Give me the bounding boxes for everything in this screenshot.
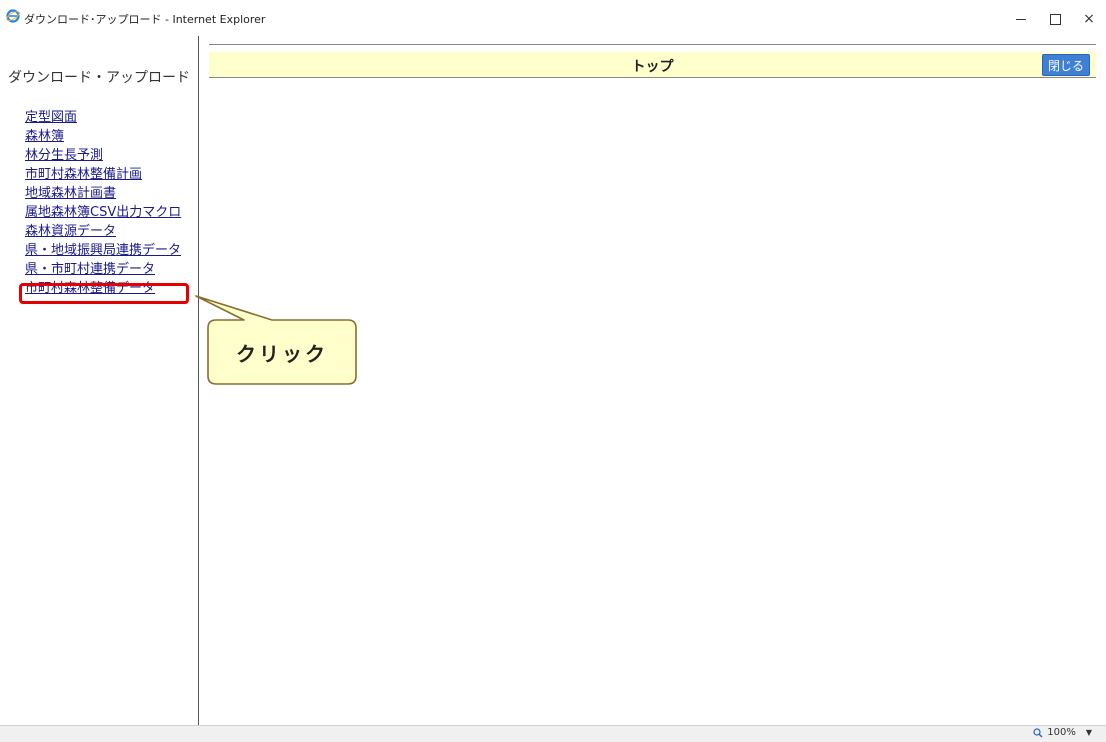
sidebar-link[interactable]: 定型図面 — [25, 110, 77, 125]
page-header: トップ 閉じる — [209, 52, 1096, 78]
zoom-level: 100% — [1047, 727, 1076, 738]
sidebar-heading: ダウンロード・アップロード — [8, 70, 190, 86]
zoom-control[interactable]: 100% ▼ — [1033, 727, 1092, 738]
browser-window: ダウンロード･アップロード - Internet Explorer × ダウンロ… — [0, 0, 1106, 742]
minimize-button[interactable] — [1006, 8, 1036, 30]
sidebar-link[interactable]: 森林資源データ — [25, 224, 116, 239]
status-bar: 100% ▼ — [0, 725, 1106, 742]
sidebar-item-shinkokyoku-data: 県・地域振興局連携データ — [25, 241, 181, 260]
sidebar-item-shichoson-keikaku: 市町村森林整備計画 — [25, 165, 181, 184]
sidebar-link[interactable]: 県・地域振興局連携データ — [25, 243, 181, 258]
divider — [209, 44, 1096, 45]
highlight-box — [19, 283, 189, 304]
maximize-button[interactable] — [1040, 8, 1070, 30]
sidebar-item-chiiki-keikakusho: 地域森林計画書 — [25, 184, 181, 203]
minimize-icon — [1016, 18, 1026, 20]
sidebar-item-rinbun-seicho: 林分生長予測 — [25, 146, 181, 165]
close-icon: × — [1083, 11, 1095, 27]
window-title: ダウンロード･アップロード - Internet Explorer — [24, 13, 266, 26]
sidebar-menu: 定型図面 森林簿 林分生長予測 市町村森林整備計画 地域森林計画書 属地森林簿C… — [25, 108, 181, 298]
close-button[interactable]: 閉じる — [1042, 54, 1090, 76]
sidebar-link[interactable]: 属地森林簿CSV出力マクロ — [25, 205, 181, 220]
sidebar: ダウンロード・アップロード 定型図面 森林簿 林分生長予測 市町村森林整備計画 … — [0, 36, 199, 725]
sidebar-item-shinrinbo: 森林簿 — [25, 127, 181, 146]
close-window-button[interactable]: × — [1074, 8, 1104, 30]
sidebar-link[interactable]: 市町村森林整備計画 — [25, 167, 142, 182]
zoom-icon — [1033, 727, 1043, 737]
sidebar-item-csv-macro: 属地森林簿CSV出力マクロ — [25, 203, 181, 222]
sidebar-item-shichoson-renkei-data: 県・市町村連携データ — [25, 260, 181, 279]
main-content: トップ 閉じる — [199, 36, 1106, 725]
maximize-icon — [1049, 13, 1061, 25]
chevron-down-icon: ▼ — [1085, 728, 1092, 737]
internet-explorer-icon — [6, 9, 20, 23]
sidebar-item-shigen-data: 森林資源データ — [25, 222, 181, 241]
page-title: トップ — [631, 59, 674, 75]
sidebar-link[interactable]: 森林簿 — [25, 129, 64, 144]
sidebar-link[interactable]: 県・市町村連携データ — [25, 262, 155, 277]
sidebar-link[interactable]: 林分生長予測 — [25, 148, 103, 163]
title-bar: ダウンロード･アップロード - Internet Explorer × — [0, 0, 1106, 36]
sidebar-item-teikei-zumen: 定型図面 — [25, 108, 181, 127]
sidebar-link[interactable]: 地域森林計画書 — [25, 186, 116, 201]
